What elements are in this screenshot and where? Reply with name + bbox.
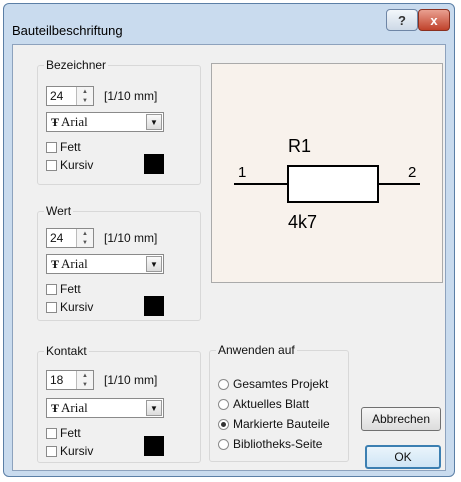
dropdown-button[interactable]: ▼ — [146, 256, 162, 272]
dialog-window: Bauteilbeschriftung ? x Bezeichner 24 ▲ ▼… — [3, 3, 455, 477]
group-apply: Anwenden auf Gesamtes Projekt Aktuelles … — [209, 343, 349, 462]
dropdown-button[interactable]: ▼ — [146, 400, 162, 416]
checkbox-box[interactable] — [46, 159, 57, 171]
size-value: 24 — [50, 231, 64, 245]
group-kontakt: Kontakt 18 ▲ ▼ [1/10 mm] Ŧ Arial ▼ Fett Ku… — [37, 344, 201, 463]
group-wert: Wert 24 ▲ ▼ [1/10 mm] Ŧ Arial ▼ Fett Kursi… — [37, 204, 201, 321]
size-value: 24 — [50, 89, 64, 103]
pin-2-label: 2 — [408, 164, 416, 181]
italic-checkbox[interactable]: Kursiv — [46, 300, 93, 314]
chevron-up-icon: ▲ — [82, 88, 88, 95]
font-select[interactable]: Ŧ Arial ▼ — [46, 398, 164, 418]
preview-panel: R1 4k7 1 2 — [211, 63, 443, 283]
font-select[interactable]: Ŧ Arial ▼ — [46, 254, 164, 274]
radio-label: Bibliotheks-Seite — [233, 437, 323, 451]
font-value: Arial — [61, 400, 88, 415]
checkbox-box[interactable] — [46, 301, 57, 313]
font-value: Arial — [61, 256, 88, 271]
pin-1-label: 1 — [238, 164, 246, 181]
size-unit: [1/10 mm] — [104, 373, 158, 387]
ok-button[interactable]: OK — [365, 445, 441, 469]
radio-label: Markierte Bauteile — [233, 417, 330, 431]
size-stepper[interactable]: 24 ▲ ▼ — [46, 228, 94, 248]
bold-checkbox[interactable]: Fett — [46, 140, 81, 154]
size-stepper[interactable]: 24 ▲ ▼ — [46, 86, 94, 106]
checkbox-label: Fett — [60, 282, 81, 296]
group-legend: Anwenden auf — [216, 343, 297, 357]
chevron-down-icon: ▼ — [82, 239, 88, 246]
radio-button[interactable] — [218, 378, 229, 390]
stepper-arrows[interactable]: ▲ ▼ — [76, 229, 93, 247]
radio-option[interactable]: Gesamtes Projekt — [218, 377, 328, 391]
size-value: 18 — [50, 373, 64, 387]
radio-button[interactable] — [218, 398, 229, 410]
truetype-icon: Ŧ — [51, 257, 60, 271]
chevron-up-icon: ▲ — [82, 372, 88, 379]
italic-checkbox[interactable]: Kursiv — [46, 444, 93, 458]
size-unit: [1/10 mm] — [104, 89, 158, 103]
bold-checkbox[interactable]: Fett — [46, 282, 81, 296]
checkbox-box[interactable] — [46, 283, 57, 295]
checkbox-box[interactable] — [46, 445, 57, 457]
cancel-button[interactable]: Abbrechen — [361, 407, 441, 431]
truetype-icon: Ŧ — [51, 115, 60, 129]
italic-checkbox[interactable]: Kursiv — [46, 158, 93, 172]
font-value: Arial — [61, 114, 88, 129]
font-select[interactable]: Ŧ Arial ▼ — [46, 112, 164, 132]
checkbox-box[interactable] — [46, 141, 57, 153]
radio-option[interactable]: Markierte Bauteile — [218, 417, 330, 431]
radio-option[interactable]: Aktuelles Blatt — [218, 397, 309, 411]
checkbox-box[interactable] — [46, 427, 57, 439]
title-bar: Bauteilbeschriftung ? x — [4, 4, 454, 44]
color-swatch[interactable] — [144, 296, 164, 316]
dropdown-button[interactable]: ▼ — [146, 114, 162, 130]
color-swatch[interactable] — [144, 154, 164, 174]
checkbox-label: Kursiv — [60, 300, 94, 314]
group-legend: Kontakt — [44, 344, 89, 358]
chevron-down-icon: ▼ — [150, 403, 158, 413]
size-stepper[interactable]: 18 ▲ ▼ — [46, 370, 94, 390]
stepper-arrows[interactable]: ▲ ▼ — [76, 87, 93, 105]
checkbox-label: Kursiv — [60, 158, 94, 172]
chevron-down-icon: ▼ — [82, 97, 88, 104]
stepper-arrows[interactable]: ▲ ▼ — [76, 371, 93, 389]
component-name: R1 — [288, 136, 311, 156]
resistor-preview: R1 4k7 1 2 — [234, 136, 420, 232]
close-icon: x — [430, 12, 438, 28]
radio-button[interactable] — [218, 418, 229, 430]
size-unit: [1/10 mm] — [104, 231, 158, 245]
component-value: 4k7 — [288, 212, 317, 232]
color-swatch[interactable] — [144, 436, 164, 456]
help-button[interactable]: ? — [386, 9, 418, 31]
bold-checkbox[interactable]: Fett — [46, 426, 81, 440]
chevron-down-icon: ▼ — [82, 381, 88, 388]
chevron-down-icon: ▼ — [150, 117, 158, 127]
chevron-down-icon: ▼ — [150, 259, 158, 269]
truetype-icon: Ŧ — [51, 401, 60, 415]
help-icon: ? — [398, 12, 406, 28]
radio-option[interactable]: Bibliotheks-Seite — [218, 437, 322, 451]
group-legend: Bezeichner — [44, 58, 109, 72]
radio-label: Gesamtes Projekt — [233, 377, 329, 391]
group-bezeichner: Bezeichner 24 ▲ ▼ [1/10 mm] Ŧ Arial ▼ Fett… — [37, 58, 201, 185]
radio-label: Aktuelles Blatt — [233, 397, 310, 411]
dialog-body: Bezeichner 24 ▲ ▼ [1/10 mm] Ŧ Arial ▼ Fett… — [12, 44, 446, 471]
resistor-body — [287, 165, 379, 203]
chevron-up-icon: ▲ — [82, 230, 88, 237]
checkbox-label: Kursiv — [60, 444, 94, 458]
window-title: Bauteilbeschriftung — [12, 23, 123, 38]
group-legend: Wert — [44, 204, 74, 218]
checkbox-label: Fett — [60, 426, 81, 440]
radio-button[interactable] — [218, 438, 229, 450]
checkbox-label: Fett — [60, 140, 81, 154]
close-button[interactable]: x — [418, 9, 450, 31]
